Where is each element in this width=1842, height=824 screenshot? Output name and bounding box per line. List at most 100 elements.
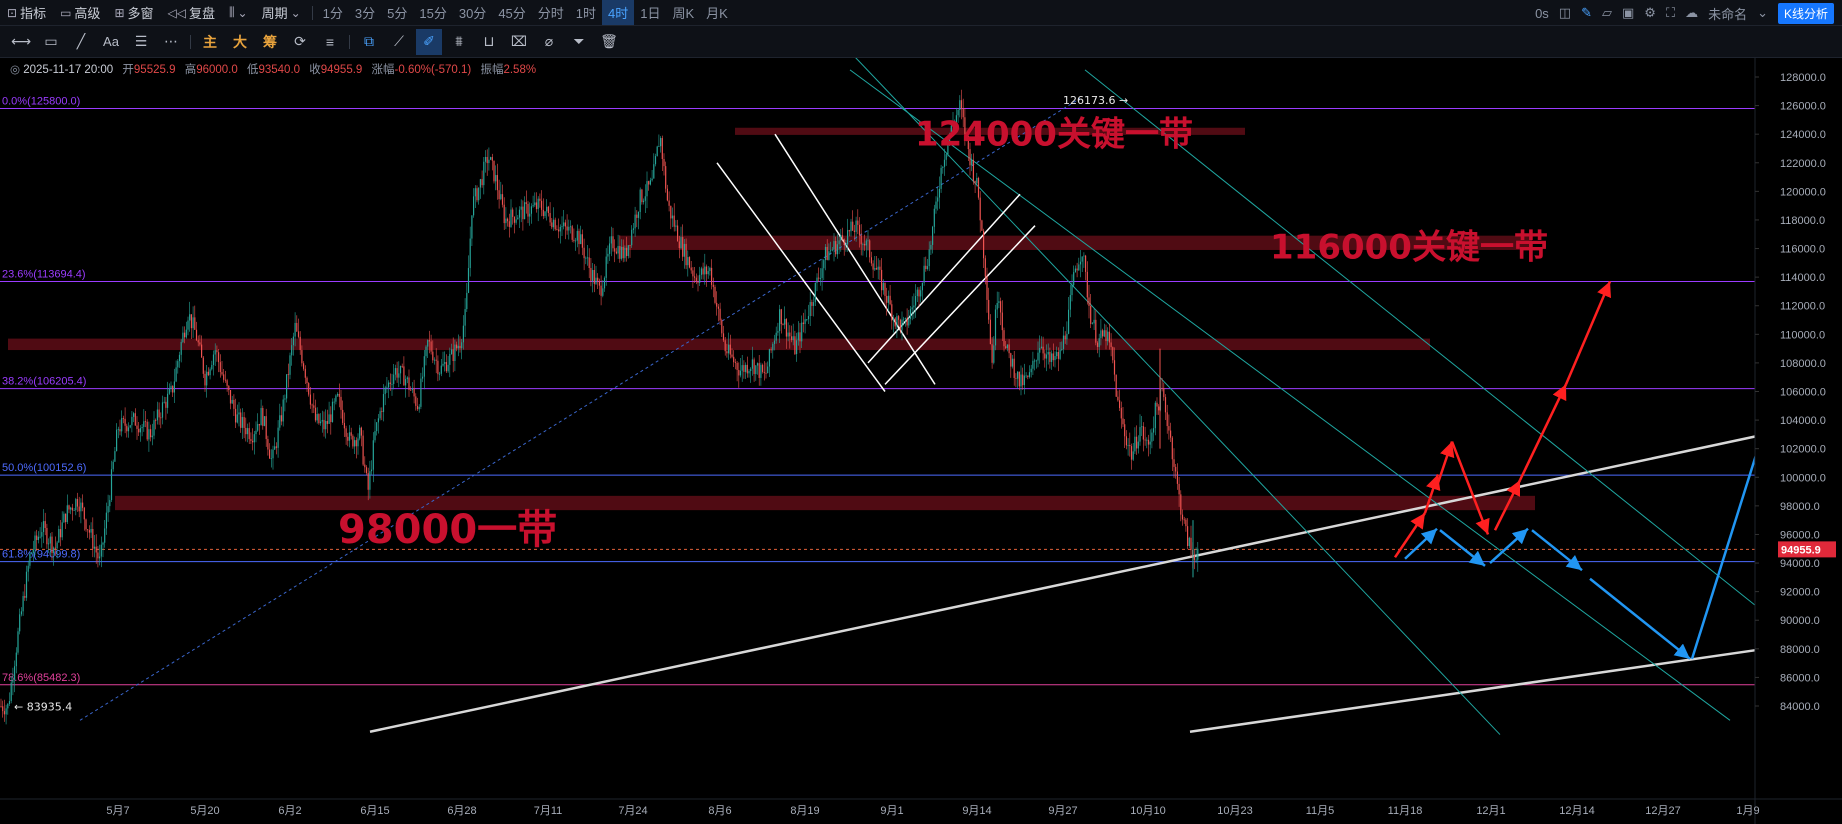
period-tab-11[interactable]: 月K (700, 0, 734, 25)
candle-body (989, 319, 991, 345)
price-tick-label: 118000.0 (1780, 215, 1825, 227)
brush-icon[interactable]: ✐ (416, 28, 442, 55)
period-tab-5[interactable]: 45分 (492, 0, 531, 25)
period-tab-3[interactable]: 15分 (413, 0, 452, 25)
save-icon[interactable]: ▣ (1622, 5, 1634, 21)
candle-body (1034, 360, 1036, 362)
candle-body (522, 206, 524, 220)
large-order-toggle[interactable]: 大 (227, 29, 253, 55)
price-chart[interactable]: 0.0%(125800.0) 23.6%(113694.4) 38.2%(10620… (0, 58, 1842, 824)
more-icon[interactable]: ⋯ (158, 29, 184, 55)
text-tool-icon[interactable]: Aa (98, 29, 124, 55)
candle-body (1049, 352, 1051, 362)
candle-body (904, 318, 906, 319)
chips-toggle[interactable]: 筹 (257, 29, 283, 55)
period-tab-9[interactable]: 1日 (634, 0, 666, 25)
period-button[interactable]: 周期 ⌄ (255, 0, 308, 25)
price-tick-label: 90000.0 (1780, 615, 1820, 627)
candle-body (658, 146, 660, 148)
rectangle-tool-icon[interactable]: ▭ (38, 29, 64, 55)
candle-body (1073, 272, 1075, 286)
trendlines-layer (79, 58, 1766, 735)
lock-icon[interactable]: ⊔ (476, 29, 502, 55)
candle-body (32, 549, 34, 554)
filter-icon[interactable]: ⏷ (566, 29, 592, 55)
candle-body (444, 362, 446, 364)
candle-body (343, 422, 345, 429)
layout-name[interactable]: 未命名 (1708, 4, 1747, 23)
candle-body (284, 398, 286, 400)
list-icon[interactable]: ≡ (317, 29, 343, 55)
pen-icon[interactable]: ✎ (1581, 5, 1592, 21)
fullscreen-icon[interactable]: ⛶ (1666, 5, 1675, 21)
candle-body (915, 296, 917, 306)
candle-body (520, 206, 522, 210)
candle-body (877, 266, 879, 270)
gear-icon[interactable]: ⚙ (1644, 5, 1656, 21)
candle-body (248, 428, 250, 440)
period-tab-8[interactable]: 4时 (602, 0, 635, 25)
candle-body (216, 350, 218, 353)
candle-body (677, 225, 679, 242)
candle-body (1017, 371, 1019, 379)
cloud-icon[interactable]: ☁ (1685, 5, 1698, 21)
period-tab-4[interactable]: 30分 (453, 0, 492, 25)
candle-body (597, 277, 599, 281)
candle-body (1125, 436, 1127, 446)
sync-icon[interactable]: ⟳ (287, 29, 313, 55)
candle-body (384, 387, 386, 395)
candle-body (690, 267, 692, 271)
candle-type-button[interactable]: ⫼ ⌄ (222, 0, 255, 25)
edit-icon[interactable]: ⌧ (506, 29, 532, 55)
candle-body (610, 236, 612, 244)
magnet-icon[interactable]: ⌀ (536, 29, 562, 55)
main-chart-toggle[interactable]: 主 (197, 29, 223, 55)
candle-body (34, 535, 36, 550)
candle-body (479, 179, 481, 188)
candle-body (31, 553, 33, 554)
candle-body (945, 154, 947, 160)
camera-icon[interactable]: ◫ (1559, 5, 1571, 21)
trend-line-tool-icon[interactable]: ╱ (68, 29, 94, 55)
advanced-label: 高级 (74, 6, 101, 21)
candle-body (1156, 402, 1158, 407)
candle-body (729, 344, 731, 355)
candle-body (1166, 412, 1168, 427)
candle-body (981, 220, 983, 231)
candle-body (505, 218, 507, 224)
candle-body (308, 383, 310, 395)
note-icon[interactable]: ▱ (1602, 5, 1612, 21)
period-tab-1[interactable]: 3分 (349, 0, 381, 25)
replay-button[interactable]: ◁◁ 复盘 (161, 0, 222, 25)
visibility-icon[interactable]: ⩩ (446, 29, 472, 55)
time-tick-label: 8月6 (708, 805, 731, 817)
indicator-button[interactable]: ⊡ 指标 (0, 0, 53, 25)
candle-body (607, 253, 609, 257)
candle-body (365, 467, 368, 474)
ruler-icon[interactable]: ⟋ (386, 29, 412, 55)
candle-body (998, 301, 1000, 303)
trash-icon[interactable]: 🗑 (596, 29, 622, 55)
candle-body (102, 542, 104, 545)
period-tab-10[interactable]: 周K (667, 0, 701, 25)
candle-body (796, 340, 798, 355)
trendline (79, 98, 1081, 721)
advanced-button[interactable]: ▭ 高级 (53, 0, 107, 25)
horizontal-line-tool-icon[interactable]: ⟷ (8, 29, 34, 55)
candle-body (1161, 387, 1163, 389)
candle-body (1163, 388, 1165, 398)
chevron-down-icon[interactable]: ⌄ (1757, 5, 1768, 21)
candle-body (155, 420, 157, 421)
candle-body (500, 194, 502, 200)
period-tab-2[interactable]: 5分 (381, 0, 413, 25)
period-tab-7[interactable]: 1时 (570, 0, 602, 25)
parallel-lines-tool-icon[interactable]: ☰ (128, 29, 154, 55)
multiwindow-button[interactable]: ⊞ 多窗 (107, 0, 160, 25)
period-tab-6[interactable]: 分时 (532, 0, 570, 25)
copy-icon[interactable]: ⧉ (356, 29, 382, 55)
period-tab-0[interactable]: 1分 (317, 0, 349, 25)
candle-body (238, 412, 240, 415)
candle-body (1110, 342, 1112, 348)
candle-body (687, 257, 689, 266)
kline-analysis-button[interactable]: K线分析 (1777, 2, 1834, 24)
